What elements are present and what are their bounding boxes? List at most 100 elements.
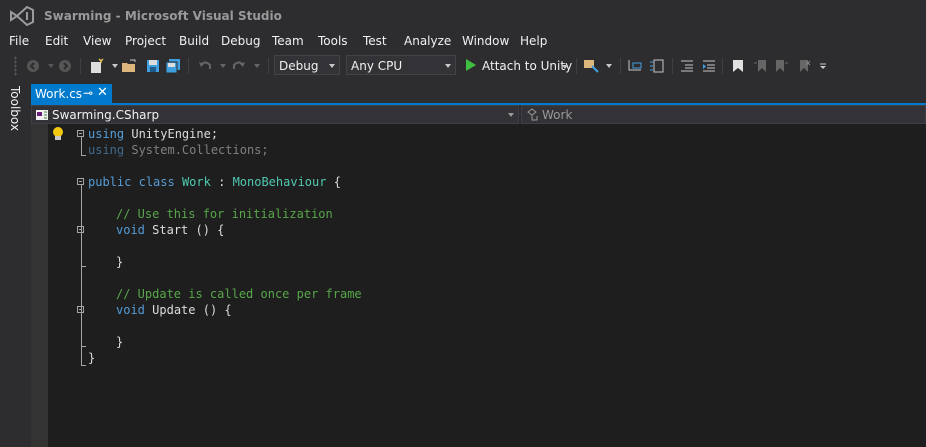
navigate-forward-icon[interactable]: [56, 57, 74, 75]
toolbox-tab[interactable]: Toolbox: [8, 86, 22, 131]
code-line-7[interactable]: void Start () {: [116, 222, 224, 238]
toolbar-overflow-icon[interactable]: [814, 57, 832, 75]
attach-label: Attach to Unity: [482, 59, 573, 73]
redo-dropdown-icon[interactable]: [248, 57, 266, 75]
undo-icon[interactable]: [196, 57, 214, 75]
class-view-icon[interactable]: [648, 57, 666, 75]
fold-guide: [81, 185, 82, 365]
menu-bar: File Edit View Project Build Debug Team …: [0, 32, 926, 51]
find-in-files-icon[interactable]: [582, 57, 600, 75]
previous-bookmark-icon[interactable]: [751, 57, 769, 75]
menu-build[interactable]: Build: [179, 34, 209, 48]
fold-guide: [81, 137, 82, 155]
toolbar-separator: [722, 58, 723, 74]
next-bookmark-icon[interactable]: [773, 57, 791, 75]
fold-guide-end: [81, 346, 86, 347]
code-line-15[interactable]: }: [88, 350, 95, 366]
menu-analyze[interactable]: Analyze: [404, 34, 451, 48]
code-line-11[interactable]: // Update is called once per frame: [116, 286, 362, 302]
menu-debug[interactable]: Debug: [221, 34, 260, 48]
configuration-value: Debug: [279, 59, 319, 73]
collapse-using-icon[interactable]: [77, 130, 84, 137]
keyword: void: [116, 223, 145, 237]
menu-test[interactable]: Test: [363, 34, 387, 48]
save-icon[interactable]: [144, 57, 162, 75]
lightbulb-icon[interactable]: [51, 126, 65, 142]
type-dropdown[interactable]: Work: [521, 105, 926, 124]
close-icon[interactable]: ✕: [97, 85, 108, 100]
tab-work-cs[interactable]: Work.cs ⊸ ✕: [31, 84, 112, 103]
clear-bookmarks-icon[interactable]: [795, 57, 813, 75]
standard-toolbar: Debug Any CPU Attach to Unity: [0, 52, 926, 80]
navigation-bar: Swarming.CSharp Work: [31, 105, 926, 124]
menu-help[interactable]: Help: [520, 34, 547, 48]
toolbar-grip[interactable]: [14, 56, 17, 76]
code-text: Update: [152, 303, 196, 317]
menu-project[interactable]: Project: [125, 34, 166, 48]
solution-configuration-select[interactable]: Debug: [274, 55, 340, 75]
find-dropdown-icon[interactable]: [600, 57, 618, 75]
tab-label: Work.cs: [35, 87, 83, 101]
code-text: () {: [202, 303, 232, 317]
code-line-6[interactable]: // Use this for initialization: [116, 206, 333, 222]
code-text: () {: [195, 223, 225, 237]
navigate-back-icon[interactable]: [24, 57, 42, 75]
decrease-indent-icon[interactable]: [678, 57, 696, 75]
new-project-icon[interactable]: [88, 57, 106, 75]
menu-file[interactable]: File: [9, 34, 29, 48]
code-text: }: [116, 255, 124, 269]
navigate-to-icon[interactable]: [626, 57, 644, 75]
project-name: Swarming.CSharp: [52, 108, 160, 122]
menu-edit[interactable]: Edit: [45, 34, 68, 48]
fold-guide-end: [81, 266, 86, 267]
window-title: Swarming - Microsoft Visual Studio: [44, 9, 282, 23]
menu-tools[interactable]: Tools: [318, 34, 348, 48]
type-name: Work: [181, 175, 211, 189]
collapse-start-icon[interactable]: [77, 226, 84, 233]
code-line-9[interactable]: }: [116, 254, 123, 270]
keyword: class: [138, 175, 175, 189]
code-text: Start: [152, 223, 189, 237]
code-text: {: [333, 175, 341, 189]
editor-indicator-margin[interactable]: [31, 124, 48, 447]
code-line-4[interactable]: public class Work : MonoBehaviour {: [88, 174, 341, 190]
code-line-1[interactable]: using UnityEngine;: [88, 126, 218, 142]
type-name: MonoBehaviour: [232, 175, 327, 189]
menu-team[interactable]: Team: [272, 34, 304, 48]
chevron-down-icon: [329, 64, 335, 68]
fold-guide-end: [81, 155, 86, 156]
code-editor[interactable]: using UnityEngine; using System.Collecti…: [31, 124, 926, 447]
attach-dropdown-icon[interactable]: [562, 65, 568, 69]
keyword: using: [88, 143, 125, 157]
project-dropdown[interactable]: Swarming.CSharp: [31, 105, 519, 124]
code-line-2[interactable]: using System.Collections;: [88, 142, 269, 158]
visual-studio-logo-icon: [10, 6, 34, 26]
csharp-project-icon: [36, 110, 48, 120]
attach-to-unity-button[interactable]: Attach to Unity: [462, 57, 572, 77]
keyword: void: [116, 303, 145, 317]
comment: // Use this for initialization: [116, 207, 333, 221]
bookmark-icon[interactable]: [729, 57, 747, 75]
collapse-class-icon[interactable]: [77, 178, 84, 185]
menu-view[interactable]: View: [83, 34, 111, 48]
fold-guide-end: [81, 365, 86, 366]
collapse-update-icon[interactable]: [77, 306, 84, 313]
chevron-down-icon: [445, 64, 451, 68]
document-tab-row: Work.cs ⊸ ✕: [31, 84, 926, 104]
code-line-12[interactable]: void Update () {: [116, 302, 232, 318]
platform-value: Any CPU: [351, 59, 403, 73]
code-text: }: [88, 351, 96, 365]
class-icon: [527, 108, 538, 121]
solution-platform-select[interactable]: Any CPU: [346, 55, 456, 75]
save-all-icon[interactable]: [164, 57, 182, 75]
chevron-down-icon: [508, 113, 514, 117]
redo-icon[interactable]: [230, 57, 248, 75]
menu-window[interactable]: Window: [462, 34, 509, 48]
keyword: public: [88, 175, 132, 189]
comment: // Update is called once per frame: [116, 287, 362, 301]
pin-icon[interactable]: ⊸: [83, 86, 93, 100]
open-file-icon[interactable]: [120, 57, 138, 75]
increase-indent-icon[interactable]: [700, 57, 718, 75]
code-line-14[interactable]: }: [116, 334, 123, 350]
toolbar-separator: [672, 58, 673, 74]
